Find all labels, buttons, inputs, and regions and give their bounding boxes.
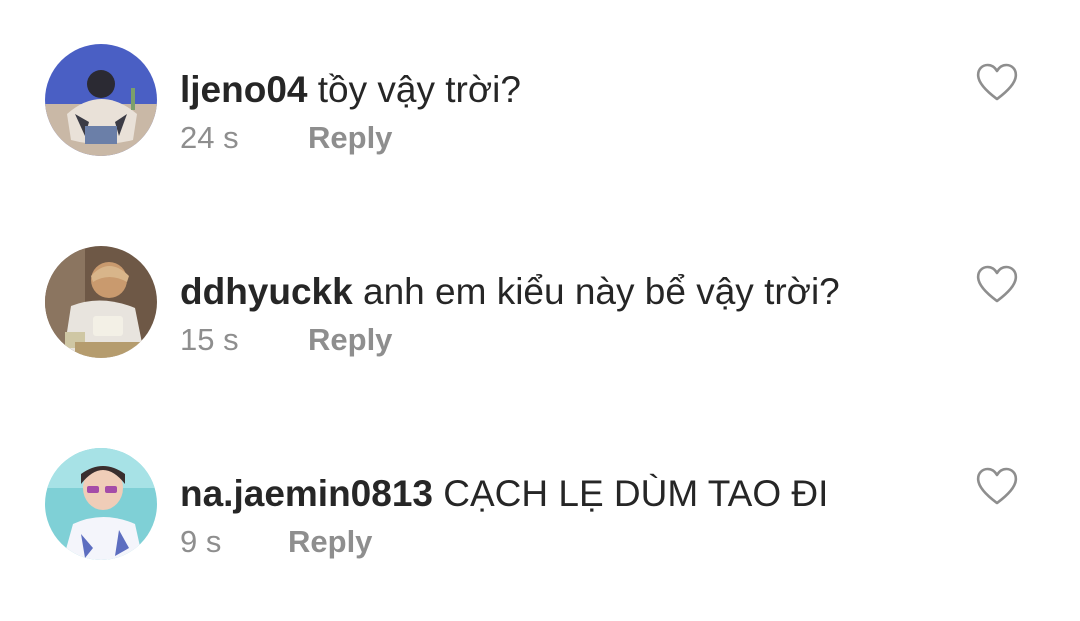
comment-text-line: na.jaemin0813 CẠCH LẸ DÙM TAO ĐI [180, 470, 828, 518]
reply-button[interactable]: Reply [288, 520, 372, 564]
comment-meta: 24 s Reply [180, 116, 392, 160]
comment-timestamp: 15 s [180, 322, 239, 357]
comment-username[interactable]: ljeno04 [180, 69, 308, 110]
comment-username[interactable]: ddhyuckk [180, 271, 353, 312]
comment-text-line: ljeno04 tồy vậy trời? [180, 66, 521, 114]
comment-body: CẠCH LẸ DÙM TAO ĐI [443, 473, 829, 514]
comment-text-line: ddhyuckk anh em kiểu này bể vậy trời? [180, 268, 840, 316]
comment-body: anh em kiểu này bể vậy trời? [363, 271, 840, 312]
heart-outline-icon[interactable] [975, 264, 1019, 304]
comment-timestamp: 24 s [180, 120, 239, 155]
reply-button[interactable]: Reply [308, 116, 392, 160]
comment-meta: 15 s Reply [180, 318, 392, 362]
comment-item: ljeno04 tồy vậy trời? 24 s Reply [0, 44, 1080, 184]
comment-item: ddhyuckk anh em kiểu này bể vậy trời? 15… [0, 246, 1080, 386]
heart-outline-icon[interactable] [975, 62, 1019, 102]
comment-username[interactable]: na.jaemin0813 [180, 473, 433, 514]
avatar[interactable] [45, 44, 157, 156]
comment-meta: 9 s Reply [180, 520, 372, 564]
reply-button[interactable]: Reply [308, 318, 392, 362]
comment-item: na.jaemin0813 CẠCH LẸ DÙM TAO ĐI 9 s Rep… [0, 448, 1080, 588]
comment-timestamp: 9 s [180, 524, 222, 559]
avatar[interactable] [45, 448, 157, 560]
avatar[interactable] [45, 246, 157, 358]
comment-body: tồy vậy trời? [317, 69, 521, 110]
heart-outline-icon[interactable] [975, 466, 1019, 506]
